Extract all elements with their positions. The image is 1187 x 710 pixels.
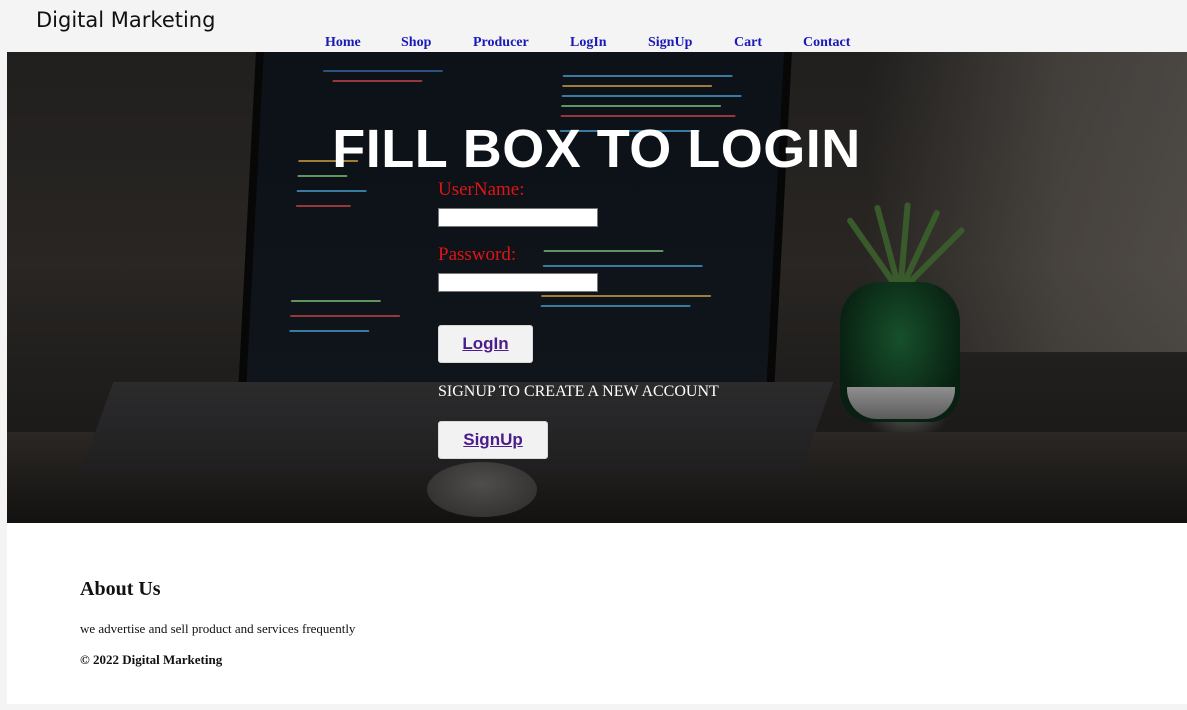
copyright-text: © 2022 Digital Marketing [80, 652, 223, 667]
nav-contact-link[interactable]: Contact [803, 35, 850, 51]
password-input[interactable] [438, 273, 598, 292]
about-us-title: About Us [80, 578, 161, 600]
nav-signup-link[interactable]: SignUp [648, 35, 692, 51]
username-label: UserName: [438, 179, 525, 200]
signup-button[interactable]: SignUp [438, 421, 548, 459]
login-heading: FILL BOX TO LOGIN [332, 119, 861, 179]
nav-cart-link[interactable]: Cart [734, 35, 762, 51]
username-input[interactable] [438, 208, 598, 227]
nav-producer-link[interactable]: Producer [473, 35, 529, 51]
brand-logo-text: Digital Marketing [36, 8, 216, 32]
signup-prompt: SIGNUP TO CREATE A NEW ACCOUNT [438, 383, 719, 400]
main-nav: Home Shop Producer LogIn SignUp Cart Con… [0, 35, 1187, 51]
password-label: Password: [438, 244, 517, 265]
login-button[interactable]: LogIn [438, 325, 533, 363]
footer: About Us we advertise and sell product a… [7, 523, 1187, 704]
nav-login-link[interactable]: LogIn [570, 35, 607, 51]
about-us-description: we advertise and sell product and servic… [80, 621, 356, 636]
nav-shop-link[interactable]: Shop [401, 35, 431, 51]
nav-home-link[interactable]: Home [325, 35, 361, 51]
